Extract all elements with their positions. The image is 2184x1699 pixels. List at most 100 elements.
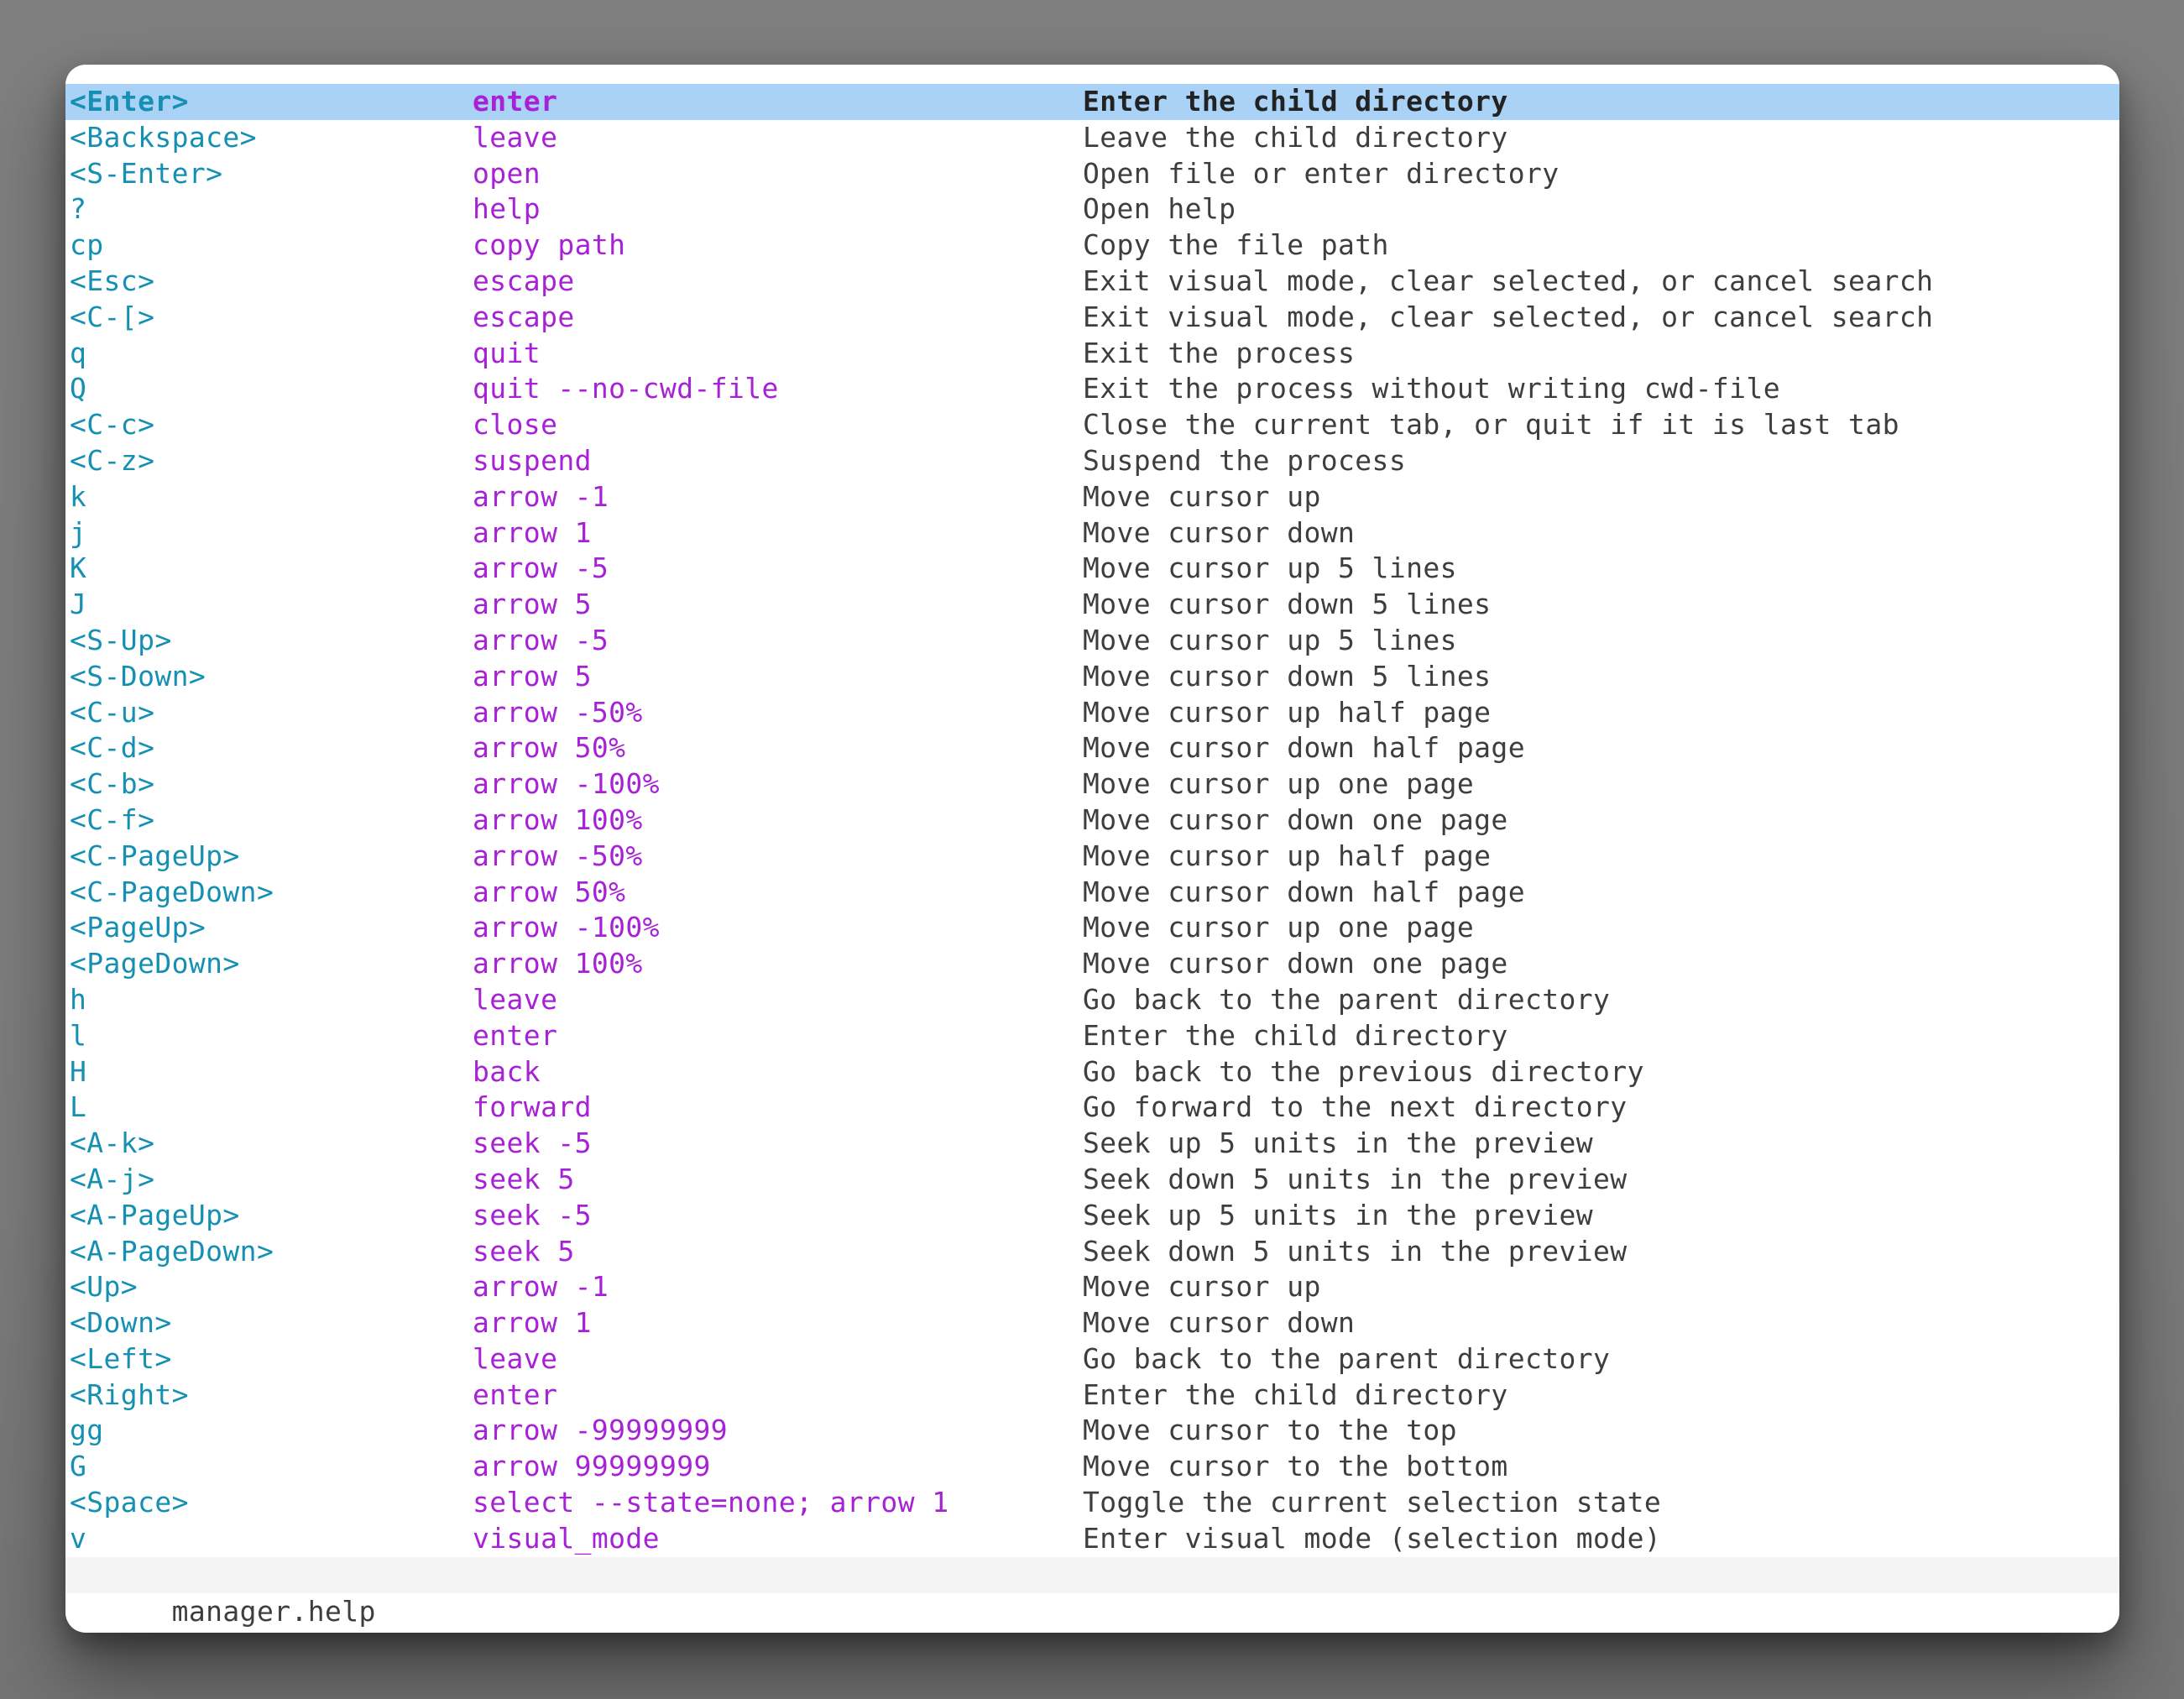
key-cell: <Esc> <box>70 264 473 300</box>
command-cell: arrow -100% <box>473 766 1083 802</box>
keybinding-row[interactable]: l enter Enter the child directory <box>65 1018 2119 1054</box>
keybinding-row[interactable]: v visual_mode Enter visual mode (selecti… <box>65 1521 2119 1557</box>
description-cell: Close the current tab, or quit if it is … <box>1083 407 2111 443</box>
key-cell: <C-z> <box>70 443 473 479</box>
command-cell: arrow 5 <box>473 659 1083 695</box>
description-cell: Suspend the process <box>1083 443 2111 479</box>
keybinding-row[interactable]: <C-[> escape Exit visual mode, clear sel… <box>65 300 2119 336</box>
key-cell: J <box>70 587 473 623</box>
keybinding-row[interactable]: <S-Down> arrow 5 Move cursor down 5 line… <box>65 659 2119 695</box>
keybinding-row[interactable]: G arrow 99999999 Move cursor to the bott… <box>65 1449 2119 1485</box>
desktop-background: <Enter> enter Enter the child directory … <box>0 0 2184 1699</box>
key-cell: L <box>70 1090 473 1126</box>
key-cell: <C-PageDown> <box>70 875 473 911</box>
command-cell: seek 5 <box>473 1234 1083 1270</box>
description-cell: Move cursor up <box>1083 479 2111 515</box>
keybinding-row[interactable]: <C-z> suspend Suspend the process <box>65 443 2119 479</box>
key-cell: <Enter> <box>70 84 473 120</box>
description-cell: Seek up 5 units in the preview <box>1083 1198 2111 1234</box>
command-cell: seek -5 <box>473 1198 1083 1234</box>
keybinding-row[interactable]: <A-PageDown> seek 5 Seek down 5 units in… <box>65 1234 2119 1270</box>
keybinding-row[interactable]: <Up> arrow -1 Move cursor up <box>65 1269 2119 1305</box>
keybinding-row[interactable]: <C-u> arrow -50% Move cursor up half pag… <box>65 695 2119 731</box>
description-cell: Move cursor up <box>1083 1269 2111 1305</box>
description-cell: Move cursor up 5 lines <box>1083 551 2111 587</box>
key-cell: Q <box>70 371 473 407</box>
command-cell: arrow -5 <box>473 623 1083 659</box>
status-layer-label: manager.help <box>172 1595 376 1628</box>
key-cell: <Up> <box>70 1269 473 1305</box>
command-cell: enter <box>473 1018 1083 1054</box>
keybinding-row[interactable]: <A-PageUp> seek -5 Seek up 5 units in th… <box>65 1198 2119 1234</box>
keybinding-row[interactable]: <A-j> seek 5 Seek down 5 units in the pr… <box>65 1162 2119 1198</box>
keybinding-row[interactable]: q quit Exit the process <box>65 336 2119 372</box>
description-cell: Enter the child directory <box>1083 84 2111 120</box>
command-cell: quit <box>473 336 1083 372</box>
keybinding-row[interactable]: <S-Up> arrow -5 Move cursor up 5 lines <box>65 623 2119 659</box>
key-cell: l <box>70 1018 473 1054</box>
key-cell: <A-j> <box>70 1162 473 1198</box>
keybinding-row[interactable]: Q quit --no-cwd-file Exit the process wi… <box>65 371 2119 407</box>
keybinding-row[interactable]: <C-PageUp> arrow -50% Move cursor up hal… <box>65 839 2119 875</box>
key-cell: G <box>70 1449 473 1485</box>
keybinding-row[interactable]: <C-f> arrow 100% Move cursor down one pa… <box>65 802 2119 839</box>
keybinding-row[interactable]: <Right> enter Enter the child directory <box>65 1377 2119 1414</box>
command-cell: help <box>473 191 1083 227</box>
description-cell: Move cursor up 5 lines <box>1083 623 2111 659</box>
keybinding-row[interactable]: <PageDown> arrow 100% Move cursor down o… <box>65 946 2119 982</box>
key-cell: <Space> <box>70 1485 473 1521</box>
keybinding-row[interactable]: h leave Go back to the parent directory <box>65 982 2119 1018</box>
key-cell: H <box>70 1054 473 1090</box>
keybinding-row[interactable]: k arrow -1 Move cursor up <box>65 479 2119 515</box>
command-cell: arrow -5 <box>473 551 1083 587</box>
description-cell: Go back to the parent directory <box>1083 982 2111 1018</box>
keybinding-row[interactable]: <C-c> close Close the current tab, or qu… <box>65 407 2119 443</box>
key-cell: <PageDown> <box>70 946 473 982</box>
key-cell: <C-u> <box>70 695 473 731</box>
command-cell: copy path <box>473 227 1083 264</box>
key-cell: <A-PageDown> <box>70 1234 473 1270</box>
command-cell: arrow -100% <box>473 910 1083 946</box>
keybinding-row[interactable]: <C-b> arrow -100% Move cursor up one pag… <box>65 766 2119 802</box>
keybinding-row[interactable]: <A-k> seek -5 Seek up 5 units in the pre… <box>65 1126 2119 1162</box>
keybinding-row[interactable]: H back Go back to the previous directory <box>65 1054 2119 1090</box>
keybinding-row[interactable]: ? help Open help <box>65 191 2119 227</box>
command-cell: arrow 50% <box>473 875 1083 911</box>
key-cell: <C-[> <box>70 300 473 336</box>
description-cell: Move cursor up half page <box>1083 695 2111 731</box>
key-cell: <PageUp> <box>70 910 473 946</box>
keybinding-row[interactable]: <Left> leave Go back to the parent direc… <box>65 1341 2119 1377</box>
key-cell: v <box>70 1521 473 1557</box>
description-cell: Move cursor to the bottom <box>1083 1449 2111 1485</box>
keybinding-row[interactable]: J arrow 5 Move cursor down 5 lines <box>65 587 2119 623</box>
keybinding-row[interactable]: L forward Go forward to the next directo… <box>65 1090 2119 1126</box>
keybinding-row[interactable]: <Space> select --state=none; arrow 1 Tog… <box>65 1485 2119 1521</box>
command-cell: arrow 1 <box>473 515 1083 552</box>
key-cell: <C-c> <box>70 407 473 443</box>
key-cell: <A-k> <box>70 1126 473 1162</box>
description-cell: Open file or enter directory <box>1083 156 2111 192</box>
status-bar: manager.help <box>65 1557 2119 1593</box>
description-cell: Move cursor down 5 lines <box>1083 587 2111 623</box>
keybinding-row[interactable]: <C-PageDown> arrow 50% Move cursor down … <box>65 875 2119 911</box>
description-cell: Toggle the current selection state <box>1083 1485 2111 1521</box>
command-cell: escape <box>473 300 1083 336</box>
keybinding-row[interactable]: <Down> arrow 1 Move cursor down <box>65 1305 2119 1341</box>
keybinding-row[interactable]: <Esc> escape Exit visual mode, clear sel… <box>65 264 2119 300</box>
keybinding-row[interactable]: <Backspace> leave Leave the child direct… <box>65 120 2119 156</box>
keybinding-row[interactable]: cp copy path Copy the file path <box>65 227 2119 264</box>
keybinding-row[interactable]: j arrow 1 Move cursor down <box>65 515 2119 552</box>
key-cell: <S-Enter> <box>70 156 473 192</box>
key-cell: cp <box>70 227 473 264</box>
keybinding-row[interactable]: <PageUp> arrow -100% Move cursor up one … <box>65 910 2119 946</box>
key-cell: <S-Down> <box>70 659 473 695</box>
command-cell: enter <box>473 84 1083 120</box>
command-cell: seek -5 <box>473 1126 1083 1162</box>
command-cell: escape <box>473 264 1083 300</box>
keybinding-row[interactable]: gg arrow -99999999 Move cursor to the to… <box>65 1413 2119 1449</box>
keybinding-row[interactable]: <S-Enter> open Open file or enter direct… <box>65 156 2119 192</box>
keybinding-row[interactable]: <Enter> enter Enter the child directory <box>65 84 2119 120</box>
keybinding-row[interactable]: <C-d> arrow 50% Move cursor down half pa… <box>65 730 2119 766</box>
description-cell: Exit visual mode, clear selected, or can… <box>1083 264 2111 300</box>
keybinding-row[interactable]: K arrow -5 Move cursor up 5 lines <box>65 551 2119 587</box>
